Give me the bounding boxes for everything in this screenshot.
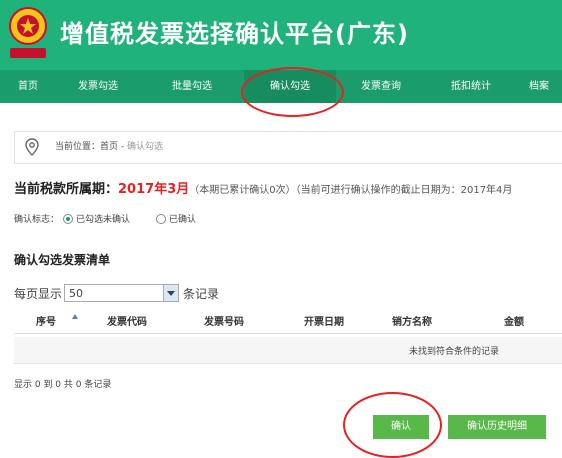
page-size-prefix: 每页显示 — [14, 286, 63, 301]
breadcrumb-text: 当前位置：首页 - 确认勾选 — [55, 132, 163, 163]
col-header-invoice-number[interactable]: 发票号码 — [204, 313, 244, 328]
breadcrumb: 当前位置：首页 - 确认勾选 — [14, 131, 562, 164]
tax-period-label: 当前税款所属期： — [14, 182, 119, 197]
location-pin-icon — [25, 138, 39, 156]
table-row: 未找到符合条件的记录 — [14, 337, 562, 364]
nav-item-home[interactable]: 首页 — [0, 70, 56, 103]
page-size-control: 每页显示 50 条记录 — [14, 284, 219, 302]
page-size-value: 50 — [69, 287, 84, 300]
nav-item-archive[interactable]: 档案 — [516, 70, 562, 103]
nav-item-deduction-stats[interactable]: 抵扣统计 — [426, 70, 516, 103]
nav-item-invoice-select[interactable]: 发票勾选 — [56, 70, 140, 103]
pagination-summary: 显示 0 到 0 共 0 条记录 — [14, 380, 112, 390]
col-header-seller-name[interactable]: 销方名称 — [392, 313, 432, 328]
app-header: 增值税发票选择确认平台(广东) — [0, 0, 562, 70]
tax-period-value: 2017年3月 — [118, 182, 190, 197]
tax-period: 当前税款所属期：2017年3月（本期已累计确认0次）（当前可进行确认操作的截止日… — [14, 178, 512, 197]
col-header-index[interactable]: 序号 — [36, 313, 56, 328]
page-size-select[interactable]: 50 — [64, 284, 180, 302]
nav-item-confirm-select[interactable]: 确认勾选 — [244, 70, 336, 103]
app-title: 增值税发票选择确认平台(广东) — [60, 20, 409, 48]
tax-period-note: （本期已累计确认0次）（当前可进行确认操作的截止日期为：2017年4月 — [189, 185, 513, 196]
radio-unconfirmed[interactable] — [63, 213, 74, 224]
tax-emblem-icon — [9, 7, 47, 58]
breadcrumb-current: 确认勾选 — [126, 142, 163, 152]
col-header-amount[interactable]: 金额 — [504, 313, 524, 328]
breadcrumb-prefix: 当前位置：首页 - — [55, 142, 127, 152]
confirm-status: 确认标志： 已勾选未确认 已确认 — [14, 212, 196, 225]
page-size-suffix: 条记录 — [183, 286, 220, 301]
col-header-issue-date[interactable]: 开票日期 — [304, 313, 344, 328]
col-header-invoice-code[interactable]: 发票代码 — [107, 313, 147, 328]
radio-unconfirmed-label[interactable]: 已勾选未确认 — [76, 212, 130, 225]
radio-confirmed-label[interactable]: 已确认 — [169, 212, 196, 225]
nav-item-batch-select[interactable]: 批量勾选 — [140, 70, 244, 103]
sort-asc-icon[interactable] — [72, 314, 78, 319]
empty-table-message: 未找到符合条件的记录 — [409, 347, 500, 357]
confirm-button[interactable]: 确认 — [373, 415, 429, 439]
main-nav: 首页 发票勾选 批量勾选 确认勾选 发票查询 抵扣统计 档案 — [0, 70, 562, 103]
confirm-status-label: 确认标志： — [14, 215, 60, 225]
list-title: 确认勾选发票清单 — [14, 253, 111, 267]
nav-item-invoice-query[interactable]: 发票查询 — [336, 70, 426, 103]
confirm-history-button[interactable]: 确认历史明细 — [448, 415, 546, 439]
chevron-down-icon[interactable] — [163, 285, 179, 301]
radio-confirmed[interactable] — [156, 213, 167, 224]
table-header: 序号 发票代码 发票号码 开票日期 销方名称 金额 — [14, 307, 562, 334]
